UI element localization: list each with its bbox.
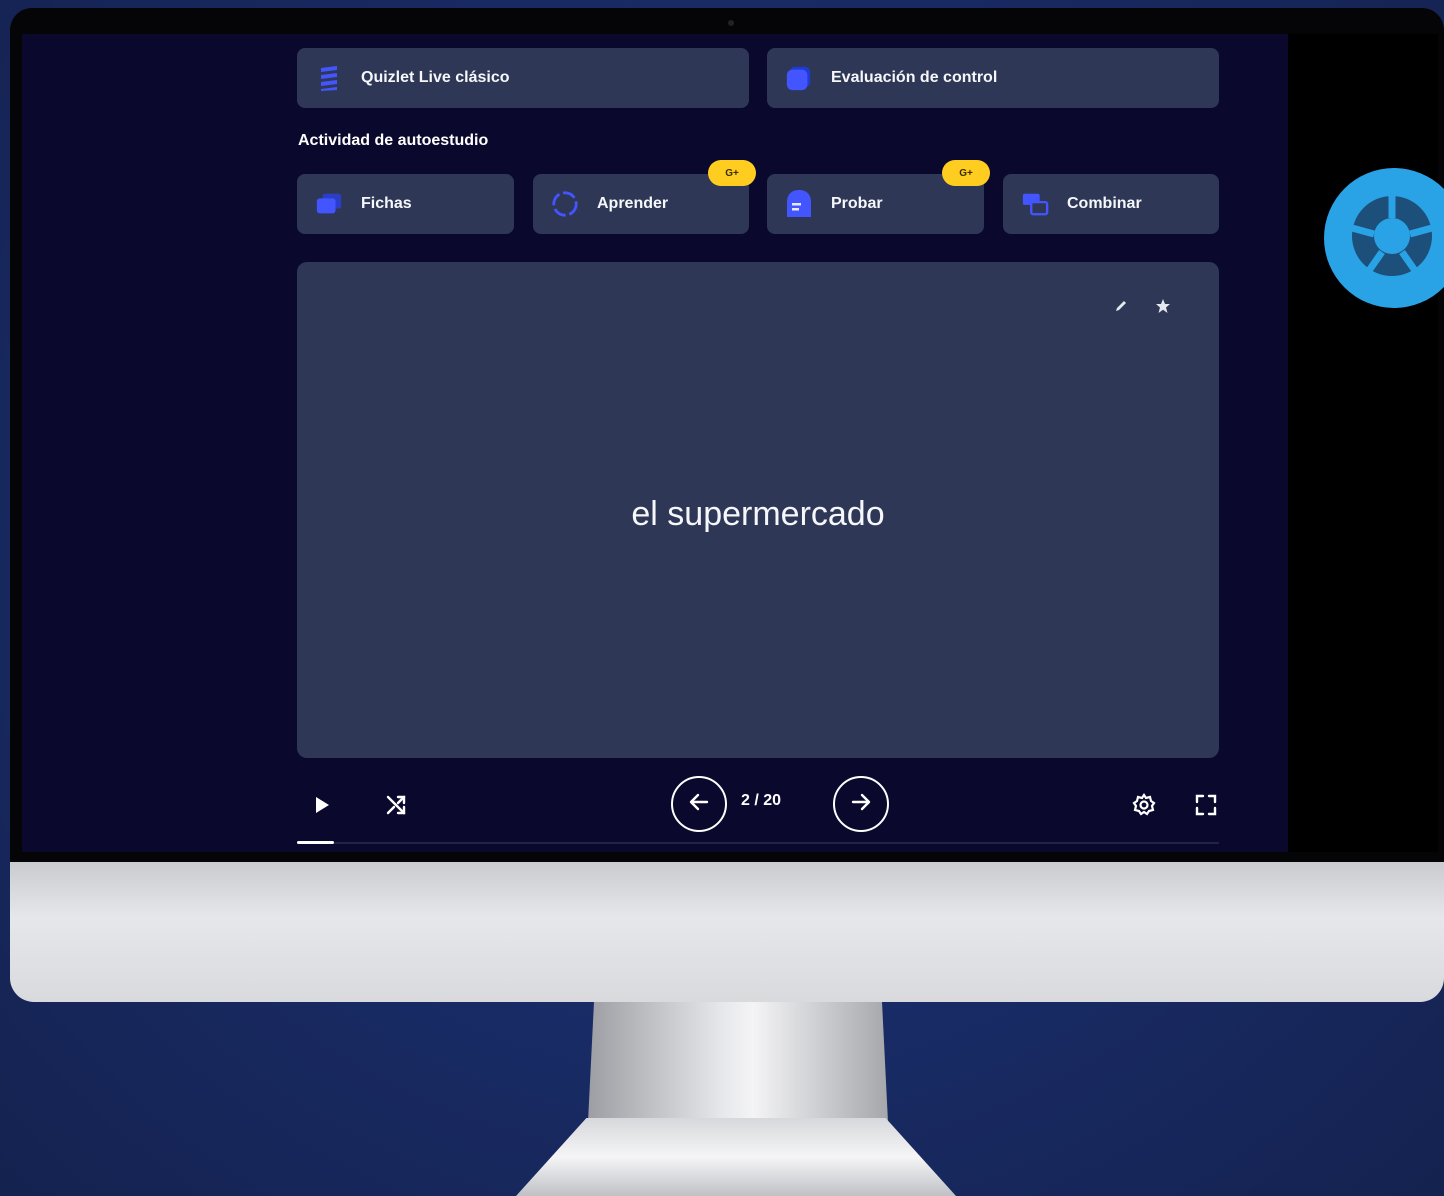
monitor-stand-base [516, 1118, 956, 1196]
help-button-clip [1324, 160, 1444, 320]
play-icon[interactable] [311, 794, 333, 816]
card-counter: 2 / 20 [740, 792, 782, 809]
card-controls: 2 / 20 [297, 774, 1219, 834]
next-button[interactable] [833, 776, 889, 832]
monitor-stand-neck [588, 1002, 888, 1122]
checkpoint-label: Evaluación de control [831, 69, 998, 86]
match-button[interactable]: Combinar [1003, 174, 1219, 234]
arrow-right-icon [849, 790, 873, 819]
progress-bar [297, 841, 1219, 844]
arrow-left-icon [687, 790, 711, 819]
learn-icon [551, 190, 579, 218]
match-label: Combinar [1067, 195, 1142, 212]
quizlet-live-icon [315, 64, 343, 92]
right-side-panel [1288, 34, 1438, 852]
monitor-chin [10, 862, 1444, 1002]
help-button[interactable] [1324, 168, 1444, 308]
quizlet-live-label: Quizlet Live clásico [361, 69, 510, 86]
lifebuoy-icon [1344, 188, 1440, 289]
learn-label: Aprender [597, 195, 669, 212]
shuffle-icon[interactable] [383, 792, 409, 818]
fullscreen-icon[interactable] [1193, 792, 1219, 818]
checkpoint-icon [785, 64, 813, 92]
test-plus-badge: G+ [942, 160, 990, 186]
match-icon [1021, 190, 1049, 218]
flashcard[interactable]: el supermercado [297, 262, 1219, 758]
settings-icon[interactable] [1131, 792, 1157, 818]
test-icon [785, 190, 813, 218]
flashcards-button[interactable]: Fichas [297, 174, 514, 234]
quizlet-live-button[interactable]: Quizlet Live clásico [297, 48, 749, 108]
progress-fill [297, 841, 334, 844]
webcam [728, 20, 734, 26]
test-label: Probar [831, 195, 883, 212]
flashcards-label: Fichas [361, 195, 412, 212]
screen: Quizlet Live clásico Evaluación de contr… [22, 34, 1288, 852]
self-study-title: Actividad de autoestudio [298, 132, 489, 149]
learn-plus-badge: G+ [708, 160, 756, 186]
checkpoint-button[interactable]: Evaluación de control [767, 48, 1219, 108]
previous-button[interactable] [671, 776, 727, 832]
flashcard-term: el supermercado [631, 494, 885, 533]
flashcards-icon [315, 190, 343, 218]
